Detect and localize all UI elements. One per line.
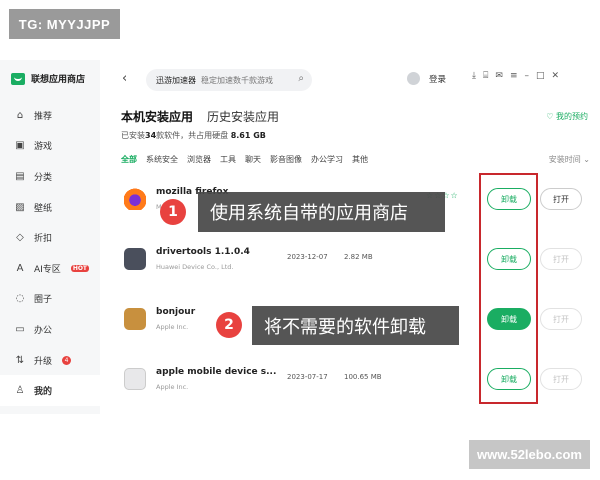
message-icon[interactable]: ✉: [495, 71, 503, 81]
step-number-1: 1: [160, 199, 186, 225]
search-input[interactable]: 迅游加速器 稳定加速数千款游戏 ⌕: [146, 69, 312, 91]
summary-count: 34: [145, 131, 157, 140]
sidebar-item-office[interactable]: ▭ 办公: [0, 314, 100, 345]
brand: 联想应用商店: [11, 72, 85, 85]
open-button[interactable]: 打开: [540, 368, 582, 390]
drivertools-icon: [124, 248, 146, 270]
open-button[interactable]: 打开: [540, 188, 582, 210]
app-name-label: drivertools 1.1.0.4: [156, 247, 250, 257]
maximize-icon[interactable]: □: [536, 71, 545, 81]
circle-icon: ◌: [15, 293, 25, 305]
sidebar-item-label: 推荐: [34, 111, 53, 122]
sort-dropdown[interactable]: 安装时间 ⌄: [549, 154, 590, 165]
tab-bar: 本机安装应用 历史安装应用: [121, 108, 279, 125]
hot-badge: HOT: [70, 264, 90, 272]
app-size: 2.82 MB: [344, 253, 373, 261]
tools-icon[interactable]: ⌸: [483, 71, 488, 81]
app-name-label: bonjour: [156, 307, 196, 317]
step-number-2: 2: [216, 312, 242, 338]
install-summary: 已安装34款软件，共占用硬盘 8.61 GB: [121, 130, 266, 141]
window-controls: ⤓ ⌸ ✉ ≡ – □ ✕: [472, 71, 559, 81]
callout-1: 使用系统自带的应用商店: [198, 192, 445, 232]
category-filter: 全部 系统安全 浏览器 工具 聊天 影音图像 办公学习 其他: [121, 154, 368, 165]
summary-prefix: 已安装: [121, 131, 145, 140]
sidebar-item-label: 游戏: [34, 142, 53, 153]
category-icon: ▤: [15, 170, 25, 182]
callout-2: 将不需要的软件卸载: [252, 306, 459, 345]
briefcase-icon: ▭: [15, 323, 25, 335]
upgrade-count-badge: 4: [62, 355, 72, 365]
summary-mid: 款软件，共占用硬盘: [156, 131, 229, 140]
sidebar-nav: ⌂ 推荐 ▣ 游戏 ▤ 分类 ▨ 壁纸 ◇ 折扣 A AI专区 HOT ◌ 圈子…: [0, 100, 100, 406]
app-developer: Huawei Device Co., Ltd.: [156, 263, 234, 271]
sidebar-item-label: 折扣: [34, 234, 53, 245]
sidebar-item-recommend[interactable]: ⌂ 推荐: [0, 100, 100, 131]
open-button[interactable]: 打开: [540, 308, 582, 330]
download-icon[interactable]: ⤓: [472, 71, 476, 81]
sidebar-item-label: 壁纸: [34, 203, 53, 214]
sidebar-item-upgrade[interactable]: ⇅ 升级 4: [0, 345, 100, 376]
category-browser[interactable]: 浏览器: [187, 154, 211, 165]
sidebar-item-circle[interactable]: ◌ 圈子: [0, 284, 100, 315]
sidebar-item-discount[interactable]: ◇ 折扣: [0, 222, 100, 253]
minimize-icon[interactable]: –: [524, 71, 529, 81]
top-bar: ‹ 迅游加速器 稳定加速数千款游戏 ⌕ 登录 ⤓ ⌸ ✉ ≡ – □ ✕: [100, 60, 600, 98]
install-date: 2023-12-07: [287, 253, 328, 261]
sidebar-item-wallpaper[interactable]: ▨ 壁纸: [0, 192, 100, 223]
tag-icon: ◇: [16, 232, 24, 244]
sidebar-item-games[interactable]: ▣ 游戏: [0, 131, 100, 162]
category-chat[interactable]: 聊天: [245, 154, 261, 165]
category-other[interactable]: 其他: [352, 154, 368, 165]
sidebar-item-label: 升级: [34, 356, 53, 367]
tg-label: TG: MYYJJPP: [9, 9, 120, 39]
open-button[interactable]: 打开: [540, 248, 582, 270]
my-reservations-label: 我的预约: [556, 112, 588, 121]
login-link[interactable]: 登录: [429, 73, 446, 85]
sidebar-item-ai[interactable]: A AI专区 HOT: [0, 253, 100, 284]
upgrade-icon: ⇅: [15, 354, 25, 366]
sidebar-item-label: AI专区: [34, 264, 61, 275]
sidebar: 联想应用商店 ⌂ 推荐 ▣ 游戏 ▤ 分类 ▨ 壁纸 ◇ 折扣 A AI专区 H…: [0, 60, 100, 414]
app-size: 100.65 MB: [344, 373, 382, 381]
app-developer: Apple Inc.: [156, 383, 189, 391]
sidebar-item-label: 分类: [34, 172, 53, 183]
category-media[interactable]: 影音图像: [270, 154, 302, 165]
bonjour-icon: [124, 308, 146, 330]
ai-icon: A: [16, 262, 24, 274]
menu-icon[interactable]: ≡: [510, 71, 518, 81]
highlight-box: [479, 173, 538, 404]
store-logo-icon: [11, 72, 25, 85]
tab-history[interactable]: 历史安装应用: [207, 108, 279, 125]
home-icon: ⌂: [16, 109, 24, 121]
category-tools[interactable]: 工具: [220, 154, 236, 165]
sidebar-item-label: 我的: [34, 387, 53, 398]
close-icon[interactable]: ✕: [552, 71, 560, 81]
search-placeholder: 稳定加速数千款游戏: [201, 75, 273, 85]
search-icon[interactable]: ⌕: [298, 73, 304, 84]
sidebar-item-category[interactable]: ▤ 分类: [0, 161, 100, 192]
category-office[interactable]: 办公学习: [311, 154, 343, 165]
sidebar-item-mine[interactable]: ♙ 我的: [0, 375, 100, 406]
sort-label: 安装时间: [548, 155, 581, 164]
back-arrow-icon[interactable]: ‹: [122, 71, 127, 86]
app-name: 联想应用商店: [31, 75, 86, 85]
gamepad-icon: ▣: [15, 140, 25, 152]
wallpaper-icon: ▨: [15, 201, 25, 213]
my-reservations-link[interactable]: ♡ 我的预约: [546, 111, 588, 122]
app-name-label: apple mobile device s...: [156, 367, 277, 377]
watermark: www.52lebo.com: [469, 440, 590, 469]
sidebar-item-label: 办公: [34, 325, 53, 336]
category-all[interactable]: 全部: [121, 154, 137, 165]
search-keyword: 迅游加速器: [156, 75, 196, 85]
firefox-icon: [124, 188, 146, 210]
user-icon: ♙: [15, 385, 25, 397]
sidebar-item-label: 圈子: [34, 295, 53, 306]
apple-device-icon: [124, 368, 146, 390]
avatar[interactable]: [407, 72, 420, 85]
summary-size: 8.61 GB: [230, 131, 266, 140]
category-system-security[interactable]: 系统安全: [146, 154, 178, 165]
tab-installed[interactable]: 本机安装应用: [121, 108, 193, 125]
app-developer: Apple Inc.: [156, 323, 189, 331]
install-date: 2023-07-17: [287, 373, 328, 381]
